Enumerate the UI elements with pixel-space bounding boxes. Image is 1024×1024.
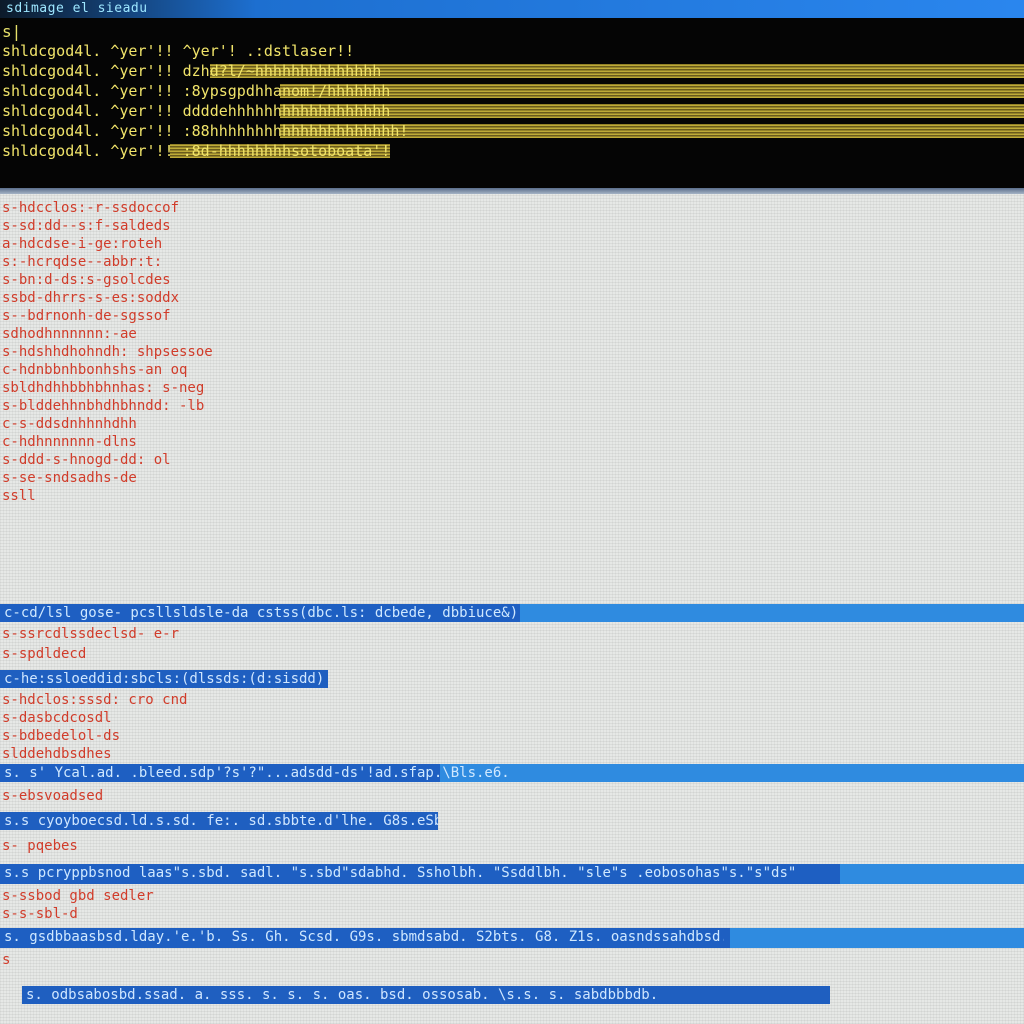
window-titlebar[interactable]: sdimage el sieadu: [0, 0, 1024, 18]
list-panel: s-hdcclos:-r-ssdoccof s-sd:dd--s:f-salde…: [0, 194, 1024, 1024]
list-item[interactable]: s-ssbod gbd sedler: [2, 888, 154, 905]
list-item[interactable]: s-hdshhdhohndh: shpsessoe: [2, 344, 213, 361]
list-item[interactable]: c-s-ddsdnhhnhdhh: [2, 416, 137, 433]
terminal-highlight: [280, 84, 1024, 98]
selected-row-text: s. s' Ycal.ad. .bleed.sdp'?s'?"...adsdd-…: [4, 765, 510, 781]
list-item[interactable]: s:-hcrqdse--abbr:t:: [2, 254, 162, 271]
terminal-line: shldcgod4l. ^yer'!! ^yer'! .:dstlaser!!: [0, 42, 1024, 60]
list-item[interactable]: s-bdbedelol-ds: [2, 728, 120, 745]
terminal-line-text: shldcgod4l. ^yer'!! ddddehhhhhhhhhhhhhhh…: [2, 102, 391, 120]
selected-chip[interactable]: s.s cyoyboecsd.ld.s.sd. fe:. sd.sbbte.d'…: [0, 812, 438, 830]
list-item[interactable]: s: [2, 952, 10, 969]
list-item[interactable]: s-bn:d-ds:s-gsolcdes: [2, 272, 171, 289]
list-item[interactable]: s-se-sndsadhs-de: [2, 470, 137, 487]
terminal-line-text: shldcgod4l. ^yer'!! ^yer'! .:dstlaser!!: [2, 42, 355, 60]
selected-row[interactable]: s. s' Ycal.ad. .bleed.sdp'?s'?"...adsdd-…: [0, 764, 1024, 782]
selected-row-text: s. gsdbbaasbsd.lday.'e.'b. Ss. Gh. Scsd.…: [4, 929, 724, 945]
list-item[interactable]: c-hdnbbnhbonhshs-an oq: [2, 362, 187, 379]
list-item[interactable]: s--bdrnonh-de-sgssof: [2, 308, 171, 325]
selected-row-text: c-cd/lsl gose- pcsllsldsle-da cstss(dbc.…: [4, 605, 519, 621]
terminal-highlight: [280, 104, 1024, 118]
terminal-line: shldcgod4l. ^yer'!! :8d-hhhhhhhhsotoboat…: [0, 142, 1024, 160]
list-item[interactable]: s-s-sbl-d: [2, 906, 78, 923]
terminal-cursor-line: s|: [2, 22, 22, 41]
terminal-line: shldcgod4l. ^yer'!! :8ypsgpdhhanom!/hhhh…: [0, 82, 1024, 100]
selected-row[interactable]: s. gsdbbaasbsd.lday.'e.'b. Ss. Gh. Scsd.…: [0, 928, 1024, 948]
list-item[interactable]: s-hdclos:sssd: cro cnd: [2, 692, 187, 709]
list-item[interactable]: ssll: [2, 488, 36, 505]
list-item[interactable]: s-dasbcdcosdl: [2, 710, 112, 727]
terminal-line-text: shldcgod4l. ^yer'!! :8d-hhhhhhhhsotoboat…: [2, 142, 391, 160]
list-item[interactable]: s-blddehhnbhdhbhndd: -lb: [2, 398, 204, 415]
list-item[interactable]: ssbd-dhrrs-s-es:soddx: [2, 290, 179, 307]
list-item[interactable]: s-ssrcdlssdeclsd- e-r: [2, 626, 179, 643]
terminal-line: shldcgod4l. ^yer'!! dzhd?l/~hhhhhhhhhhhh…: [0, 62, 1024, 80]
list-item[interactable]: s-ddd-s-hnogd-dd: ol: [2, 452, 171, 469]
list-item[interactable]: sbldhdhhbbhbhnhas: s-neg: [2, 380, 204, 397]
terminal-line: shldcgod4l. ^yer'!! ddddehhhhhhhhhhhhhhh…: [0, 102, 1024, 120]
terminal-pane[interactable]: s| shldcgod4l. ^yer'!! ^yer'! .:dstlaser…: [0, 18, 1024, 188]
list-item[interactable]: sdhodhnnnnnn:-ae: [2, 326, 137, 343]
list-item[interactable]: s-spdldecd: [2, 646, 86, 663]
list-item[interactable]: s-ebsvoadsed: [2, 788, 103, 805]
list-item[interactable]: s-sd:dd--s:f-saldeds: [2, 218, 171, 235]
list-item[interactable]: s-hdcclos:-r-ssdoccof: [2, 200, 179, 217]
selected-row[interactable]: c-cd/lsl gose- pcsllsldsle-da cstss(dbc.…: [0, 604, 1024, 622]
selected-chip[interactable]: c-he:ssloeddid:sbcls:(dlssds:(d:sisdd): [0, 670, 329, 688]
terminal-line: shldcgod4l. ^yer'!! :88hhhhhhhhhhhhhhhhh…: [0, 122, 1024, 140]
list-item[interactable]: a-hdcdse-i-ge:roteh: [2, 236, 162, 253]
list-item[interactable]: slddehdbsdhes: [2, 746, 112, 763]
terminal-line-text: shldcgod4l. ^yer'!! :88hhhhhhhhhhhhhhhhh…: [2, 122, 409, 140]
window-title: sdimage el sieadu: [6, 1, 148, 16]
terminal-line-text: shldcgod4l. ^yer'!! dzhd?l/~hhhhhhhhhhhh…: [2, 62, 382, 80]
selected-row[interactable]: s.s pcryppbsnod laas"s.sbd. sadl. "s.sbd…: [0, 864, 1024, 884]
list-item[interactable]: s- pqebes: [2, 838, 78, 855]
selected-row-text: s.s pcryppbsnod laas"s.sbd. sadl. "s.sbd…: [4, 865, 797, 881]
list-item[interactable]: c-hdhnnnnnn-dlns: [2, 434, 137, 451]
selected-chip[interactable]: s. odbsabosbd.ssad. a. sss. s. s. s. oas…: [22, 986, 830, 1004]
terminal-line-text: shldcgod4l. ^yer'!! :8ypsgpdhhanom!/hhhh…: [2, 82, 391, 100]
